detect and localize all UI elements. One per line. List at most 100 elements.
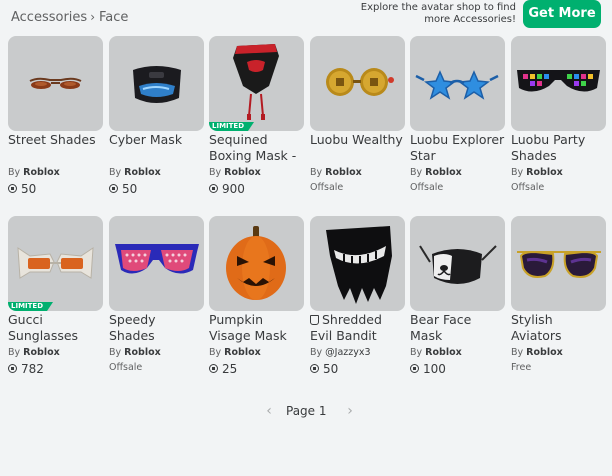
item-name[interactable]: Bear Face Mask — [410, 312, 505, 344]
item-thumbnail[interactable] — [109, 216, 204, 311]
item-creator: By Roblox — [8, 167, 60, 178]
item-name[interactable]: Street Shades — [8, 132, 103, 148]
robux-icon — [209, 364, 218, 373]
price-value: 782 — [21, 362, 44, 376]
item-name[interactable]: Shredded Evil Bandit — [310, 312, 405, 344]
top-bar: Accessories › Face Explore the avatar shop… — [0, 0, 612, 34]
item-card[interactable]: Street Shades By Roblox 50 — [8, 36, 103, 206]
item-creator: By Roblox — [511, 347, 563, 358]
item-name[interactable]: Luobu Explorer Star — [410, 132, 505, 164]
robux-icon — [410, 364, 419, 373]
creator-link[interactable]: Roblox — [425, 347, 462, 358]
item-card[interactable]: Luobu Explorer Star By Roblox Offsale — [410, 36, 505, 206]
cyber-mask-icon — [133, 66, 181, 103]
item-thumbnail[interactable] — [310, 36, 405, 131]
item-status: Offsale — [410, 182, 444, 193]
creator-prefix: By — [109, 347, 122, 358]
item-thumbnail[interactable] — [410, 216, 505, 311]
chevron-left-icon[interactable]: ‹ — [261, 403, 277, 419]
creator-link[interactable]: Roblox — [526, 347, 563, 358]
item-name[interactable]: Pumpkin Visage Mask — [209, 312, 304, 344]
creator-link[interactable]: Roblox — [124, 167, 161, 178]
creator-link[interactable]: Roblox — [224, 167, 261, 178]
creator-link[interactable]: Roblox — [224, 347, 261, 358]
item-card[interactable]: Stylish Aviators By Roblox Free — [511, 216, 606, 386]
item-creator: By Roblox — [209, 347, 261, 358]
item-creator: By @Jazzyx3 — [310, 347, 371, 358]
item-creator: By Roblox — [410, 347, 462, 358]
pumpkin-mask-icon — [226, 226, 286, 300]
item-thumbnail[interactable] — [511, 216, 606, 311]
creator-link[interactable]: Roblox — [23, 167, 60, 178]
robux-icon — [109, 184, 118, 193]
item-creator: By Roblox — [310, 167, 362, 178]
item-thumbnail[interactable] — [410, 36, 505, 131]
item-name[interactable]: Cyber Mask — [109, 132, 204, 148]
creator-prefix: By — [8, 167, 21, 178]
item-name[interactable]: Sequined Boxing Mask - — [209, 132, 304, 164]
creator-prefix: By — [310, 347, 323, 358]
get-more-button[interactable]: Get More — [523, 0, 601, 28]
item-thumbnail[interactable] — [109, 36, 204, 131]
item-thumbnail[interactable] — [310, 216, 405, 311]
item-name[interactable]: Stylish Aviators — [511, 312, 606, 344]
party-shades-icon — [517, 70, 600, 92]
creator-prefix: By — [410, 347, 423, 358]
item-creator: By Roblox — [109, 167, 161, 178]
item-card[interactable]: Luobu Wealthy By Roblox Offsale — [310, 36, 405, 206]
item-creator: By Roblox — [511, 167, 563, 178]
item-thumbnail[interactable] — [209, 216, 304, 311]
item-card[interactable]: Cyber Mask By Roblox 50 — [109, 36, 204, 206]
price-value: 900 — [222, 182, 245, 196]
robux-icon — [8, 184, 17, 193]
creator-link[interactable]: Roblox — [23, 347, 60, 358]
creator-prefix: By — [511, 347, 524, 358]
bandit-mask-icon — [326, 226, 392, 304]
item-creator: By Roblox — [8, 347, 60, 358]
price-value: 50 — [122, 182, 138, 196]
price-value: 50 — [323, 362, 339, 376]
creator-prefix: By — [209, 347, 222, 358]
aviators-icon — [517, 250, 601, 278]
creator-link[interactable]: Roblox — [425, 167, 462, 178]
creator-link[interactable]: @Jazzyx3 — [325, 347, 370, 358]
breadcrumb-accessories[interactable]: Accessories — [11, 10, 87, 25]
item-status: Offsale — [511, 182, 545, 193]
item-creator: By Roblox — [410, 167, 462, 178]
item-price: 50 — [310, 362, 338, 376]
item-card[interactable]: LIMITED Sequined Boxing Mask - By Roblox… — [209, 36, 304, 206]
creator-prefix: By — [8, 347, 21, 358]
robux-icon — [8, 364, 17, 373]
item-thumbnail[interactable] — [8, 36, 103, 131]
item-card[interactable]: Shredded Evil Bandit By @Jazzyx3 50 — [310, 216, 405, 386]
item-name[interactable]: Gucci Sunglasses — [8, 312, 103, 344]
item-status: Offsale — [310, 182, 344, 193]
chevron-right-icon[interactable]: › — [342, 403, 358, 419]
creator-link[interactable]: Roblox — [526, 167, 563, 178]
item-card[interactable]: Pumpkin Visage Mask By Roblox 25 — [209, 216, 304, 386]
item-name[interactable]: Luobu Party Shades — [511, 132, 606, 164]
page-label: Page 1 — [286, 404, 327, 418]
item-name[interactable]: Luobu Wealthy — [310, 132, 405, 164]
item-thumbnail[interactable]: LIMITED — [209, 36, 304, 131]
item-card[interactable]: Bear Face Mask By Roblox 100 — [410, 216, 505, 386]
item-card[interactable]: Speedy Shades By Roblox Offsale — [109, 216, 204, 386]
item-name[interactable]: Speedy Shades — [109, 312, 204, 344]
item-thumbnail[interactable]: LIMITED — [8, 216, 103, 311]
item-row: Street Shades By Roblox 50 Cyber Mask By… — [8, 36, 612, 206]
limited-badge: LIMITED — [209, 122, 254, 131]
item-thumbnail[interactable] — [511, 36, 606, 131]
item-status: Offsale — [109, 362, 143, 373]
star-glasses-icon — [415, 70, 499, 100]
breadcrumb-face: Face — [99, 10, 129, 25]
item-price: 25 — [209, 362, 237, 376]
boxing-mask-icon — [233, 44, 279, 120]
item-card[interactable]: Luobu Party Shades By Roblox Offsale — [511, 36, 606, 206]
gucci-sunglasses-icon — [17, 247, 94, 279]
item-price: 782 — [8, 362, 44, 376]
creator-link[interactable]: Roblox — [325, 167, 362, 178]
creator-link[interactable]: Roblox — [124, 347, 161, 358]
promo-text: Explore the avatar shop to find more Acc… — [360, 2, 516, 25]
robux-icon — [310, 364, 319, 373]
item-card[interactable]: LIMITED Gucci Sunglasses By Roblox 782 — [8, 216, 103, 386]
